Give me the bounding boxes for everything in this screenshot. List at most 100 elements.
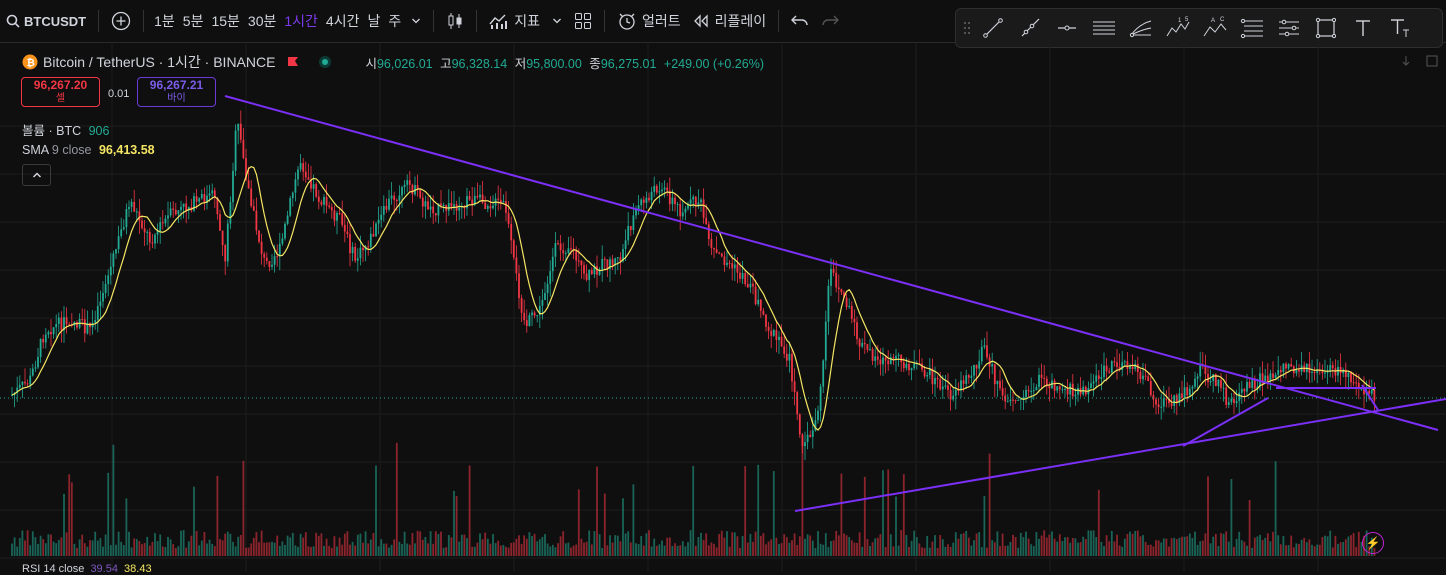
volume-bar [1064, 537, 1066, 556]
flag-icon[interactable] [287, 56, 299, 68]
candle-body [138, 211, 141, 221]
volume-bar [661, 540, 663, 556]
chart-type-button[interactable] [440, 0, 470, 42]
layouts-button[interactable] [568, 0, 598, 42]
volume-bar [343, 533, 346, 556]
candle-body [125, 209, 128, 228]
candle-body [1110, 361, 1113, 373]
interval-button[interactable]: 15분 [207, 0, 243, 42]
candle-body [1066, 388, 1069, 395]
candle-body [954, 389, 957, 396]
interval-button[interactable]: 5분 [179, 0, 208, 42]
sell-button[interactable]: 96,267.20 셀 [21, 77, 100, 107]
candle-body [1370, 389, 1373, 394]
volume-bar [676, 545, 679, 556]
candle-body [338, 213, 341, 215]
volume-bar [107, 472, 110, 556]
candle-body [1290, 364, 1293, 367]
volume-bar [700, 532, 702, 556]
text-note-tool[interactable] [1381, 8, 1418, 48]
volume-bar [1160, 542, 1163, 556]
interval-button[interactable]: 주 [384, 0, 405, 42]
rsi-legend[interactable]: RSI 14 close 39.54 38.43 [22, 563, 152, 575]
price-chart[interactable] [0, 43, 1446, 571]
volume-bar [351, 541, 354, 556]
collapse-legend-button[interactable] [22, 164, 51, 186]
indicators-button[interactable]: 지표 [483, 0, 546, 42]
candle-body [993, 364, 996, 385]
bitcoin-icon: ₿ [22, 54, 38, 70]
candle-body [362, 247, 364, 251]
candle-body [278, 243, 281, 257]
compare-button[interactable] [105, 0, 137, 42]
volume-bar [645, 533, 648, 556]
interval-button[interactable]: 4시간 [322, 0, 364, 42]
buy-button[interactable]: 96,267.21 바이 [137, 77, 216, 107]
fib-extension-tool[interactable] [1270, 8, 1307, 48]
candle-body [453, 204, 455, 207]
candle-body [164, 218, 167, 224]
close-label: 종 [589, 56, 601, 71]
text-tool[interactable] [1344, 8, 1381, 48]
interval-button[interactable]: 1분 [150, 0, 179, 42]
volume-bar [291, 532, 294, 556]
replay-button[interactable]: 리플레이 [687, 0, 773, 42]
scroll-down-icon[interactable] [1400, 55, 1412, 67]
volume-bar [1303, 537, 1306, 556]
pitchfork-tool[interactable] [1122, 8, 1159, 48]
volume-bar [1032, 546, 1035, 556]
candle-body [434, 213, 437, 216]
alert-button[interactable]: 얼러트 [611, 0, 687, 42]
volume-bar [559, 536, 562, 556]
lightning-icon[interactable]: ⚡ [1362, 532, 1384, 554]
candle-body [531, 312, 533, 316]
drag-handle[interactable] [960, 21, 974, 35]
candle-body [1048, 385, 1051, 389]
candle-body [705, 217, 708, 225]
candle-body [692, 196, 695, 200]
volume-bar [304, 532, 307, 556]
elliott-wave-tool[interactable]: 15 [1159, 8, 1196, 48]
undo-button[interactable] [785, 0, 815, 42]
volume-bar [1027, 538, 1030, 556]
volume-bar [1272, 531, 1274, 556]
candle-body [1373, 389, 1376, 401]
trend-line-tool[interactable] [974, 8, 1011, 48]
interval-button[interactable]: 날 [363, 0, 384, 42]
parallel-channel-tool[interactable] [1085, 8, 1122, 48]
candle-body [1311, 371, 1313, 373]
candle-body [1064, 388, 1066, 390]
candle-body [536, 315, 539, 317]
volume-bar [63, 493, 65, 556]
candle-body [744, 273, 747, 285]
indicators-dropdown[interactable] [546, 0, 568, 42]
redo-button[interactable] [815, 0, 845, 42]
interval-button[interactable]: 30분 [244, 0, 280, 42]
indicators-label: 지표 [514, 13, 540, 29]
maximize-icon[interactable] [1426, 55, 1438, 67]
candle-body [596, 266, 598, 275]
candle-body [934, 377, 936, 385]
volume-legend[interactable]: 볼륨 · BTC 906 [22, 120, 109, 139]
interval-dropdown-button[interactable] [405, 0, 427, 42]
symbol-search[interactable]: BTCUSDT [0, 0, 92, 42]
rectangle-tool[interactable] [1307, 8, 1344, 48]
candle-body [1040, 374, 1043, 378]
volume-bar [104, 534, 107, 556]
candle-body [1188, 388, 1191, 396]
volume-bar [161, 546, 164, 556]
market-status-icon[interactable] [319, 56, 332, 68]
horizontal-ray-tool[interactable] [1048, 8, 1085, 48]
ray-tool[interactable] [1011, 8, 1048, 48]
sma-legend[interactable]: SMA 9 close 96,413.58 [22, 143, 155, 157]
divider [143, 10, 145, 32]
volume-bar [1051, 531, 1053, 556]
volume-bar [788, 542, 791, 556]
abc-pattern-tool[interactable]: AC [1196, 8, 1233, 48]
fib-retracement-tool[interactable] [1233, 8, 1270, 48]
interval-button[interactable]: 1시간 [280, 0, 322, 42]
symbol-title[interactable]: Bitcoin / TetherUS · 1시간 · BINANCE [43, 52, 275, 72]
volume-bar [666, 537, 669, 556]
fib-extension-icon [1278, 19, 1299, 37]
volume-bar [596, 466, 598, 556]
